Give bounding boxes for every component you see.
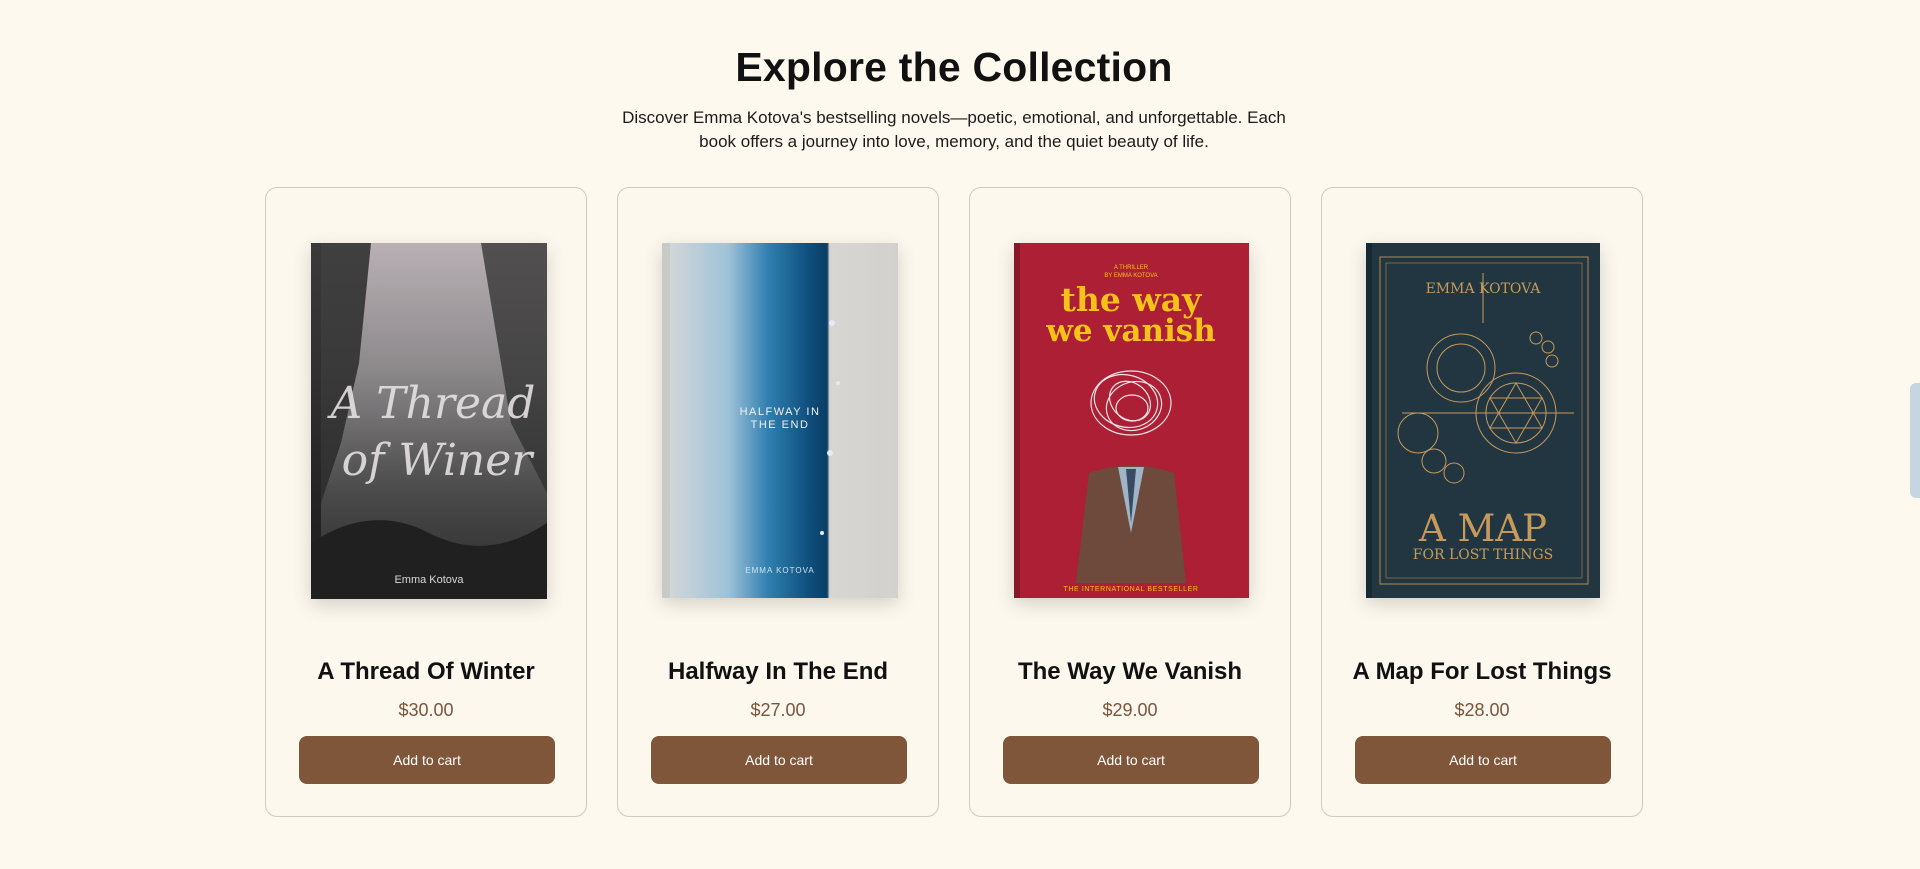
- scrollbar-thumb[interactable]: [1910, 383, 1920, 498]
- book-cover-the-way-we-vanish[interactable]: A THRILLER BY EMMA KOTOVA the way we van…: [1014, 243, 1249, 598]
- product-card: EMMA KOTOVA A MAP FOR LOST THINGS A Map …: [1321, 187, 1643, 817]
- book-cover-halfway-in-the-end[interactable]: HALFWAY IN THE END EMMA KOTOVA: [662, 243, 898, 598]
- section-title: Explore the Collection: [735, 44, 1173, 90]
- cover-author: EMMA KOTOVA: [745, 566, 814, 575]
- collection-section: Explore the Collection Discover Emma Kot…: [0, 0, 1920, 869]
- cover-title-line2: we vanish: [1045, 313, 1216, 349]
- product-price: $27.00: [750, 700, 806, 720]
- cover-kicker-2: BY EMMA KOTOVA: [1104, 273, 1157, 279]
- cover-title-line1: HALFWAY IN: [740, 406, 821, 418]
- cover-title-line1: A Thread: [327, 378, 536, 429]
- product-title[interactable]: Halfway In The End: [618, 658, 938, 686]
- add-to-cart-button[interactable]: Add to cart: [651, 736, 907, 784]
- book-cover-frame: EMMA KOTOVA A MAP FOR LOST THINGS: [1322, 243, 1642, 603]
- add-to-cart-button[interactable]: Add to cart: [1003, 736, 1259, 784]
- section-subtitle: Discover Emma Kotova's bestselling novel…: [622, 108, 1286, 151]
- product-card: A THRILLER BY EMMA KOTOVA the way we van…: [969, 187, 1291, 817]
- cover-footer: THE INTERNATIONAL BESTSELLER: [1063, 586, 1198, 593]
- book-cover-frame: A Thread of Winer Emma Kotova: [266, 243, 586, 603]
- cover-title-line1: A MAP: [1418, 507, 1547, 550]
- product-card: HALFWAY IN THE END EMMA KOTOVA Halfway I…: [617, 187, 939, 817]
- cover-title-line2: THE END: [751, 419, 810, 431]
- product-price: $29.00: [1102, 700, 1158, 720]
- book-cover-a-thread-of-winter[interactable]: A Thread of Winer Emma Kotova: [311, 243, 547, 599]
- product-title[interactable]: A Thread Of Winter: [266, 658, 586, 686]
- product-price: $30.00: [398, 700, 454, 720]
- cover-title-line2: of Winer: [342, 435, 536, 486]
- product-title[interactable]: A Map For Lost Things: [1322, 658, 1642, 686]
- book-cover-frame: A THRILLER BY EMMA KOTOVA the way we van…: [970, 243, 1290, 603]
- cover-author: Emma Kotova: [394, 574, 464, 586]
- book-cover-frame: HALFWAY IN THE END EMMA KOTOVA: [618, 243, 938, 603]
- product-card: A Thread of Winer Emma Kotova A Thread O…: [265, 187, 587, 817]
- cover-kicker-1: A THRILLER: [1114, 265, 1149, 271]
- cover-title-line2: FOR LOST THINGS: [1413, 547, 1553, 563]
- add-to-cart-button[interactable]: Add to cart: [1355, 736, 1611, 784]
- product-title[interactable]: The Way We Vanish: [970, 658, 1290, 686]
- product-price: $28.00: [1454, 700, 1510, 720]
- book-cover-a-map-for-lost-things[interactable]: EMMA KOTOVA A MAP FOR LOST THINGS: [1366, 243, 1600, 598]
- add-to-cart-button[interactable]: Add to cart: [299, 736, 555, 784]
